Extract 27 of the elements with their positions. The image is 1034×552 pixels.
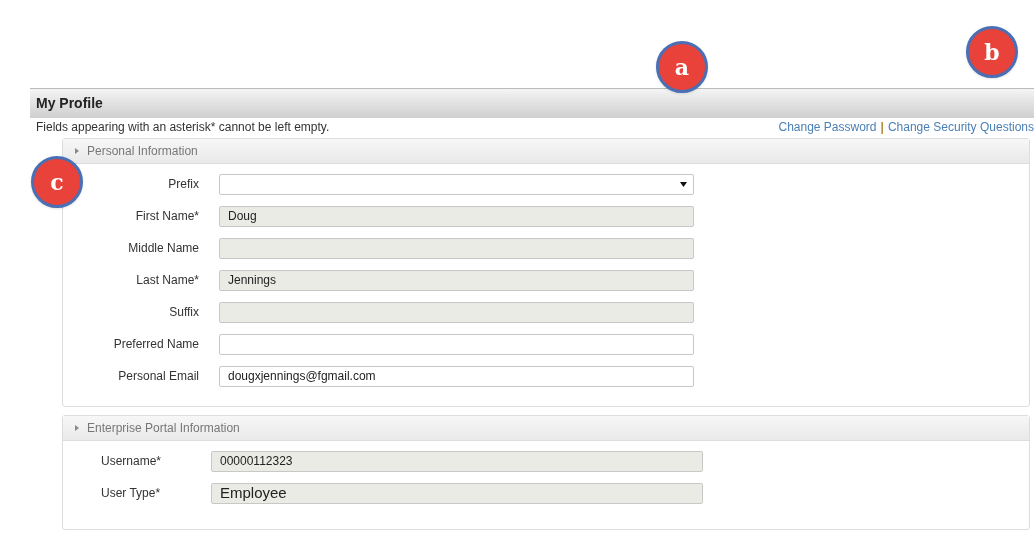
- callout-badge: c: [31, 156, 83, 208]
- prefix-dropdown[interactable]: [219, 173, 694, 195]
- panel-title: My Profile: [36, 94, 103, 113]
- expand-triangle-icon: [75, 425, 79, 431]
- input-field[interactable]: dougxjennings@fgmail.com: [219, 365, 694, 387]
- section-header[interactable]: Personal Information: [63, 139, 1029, 164]
- field-label: Username*: [101, 453, 163, 470]
- required-note: Fields appearing with an asterisk* cannot be left empty.: [36, 119, 330, 136]
- field-label: First Name*: [134, 208, 200, 225]
- field-label: Preferred Name: [112, 336, 200, 353]
- field-label: Middle Name: [127, 240, 200, 257]
- field-label: Personal Email: [117, 368, 200, 385]
- link[interactable]: Change Password: [778, 118, 877, 136]
- field-label: Prefix: [167, 176, 200, 193]
- link-separator: |: [880, 119, 884, 136]
- expand-triangle-icon: [75, 148, 79, 154]
- section-header[interactable]: Enterprise Portal Information: [63, 416, 1029, 441]
- callout-badge: a: [656, 41, 708, 93]
- link[interactable]: Change Security Questions: [887, 118, 1034, 136]
- input-field[interactable]: [219, 333, 694, 355]
- section-title: Enterprise Portal Information: [87, 420, 240, 437]
- field-label: Suffix: [168, 304, 200, 321]
- callout-badge: b: [966, 26, 1018, 78]
- dropdown-arrow-icon: [680, 181, 687, 187]
- field-label: User Type*: [101, 485, 162, 502]
- field-label: Last Name*: [135, 272, 200, 289]
- section-title: Personal Information: [87, 143, 198, 160]
